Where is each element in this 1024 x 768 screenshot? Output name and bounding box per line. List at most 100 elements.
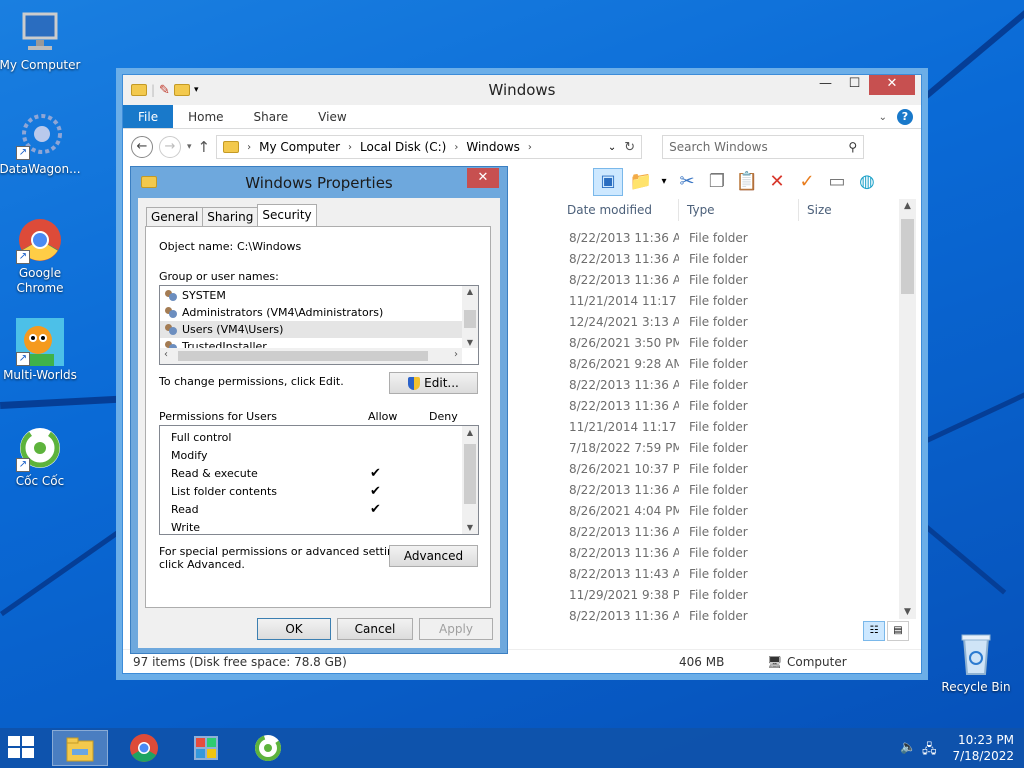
tab-sharing[interactable]: Sharing [202, 207, 259, 227]
tab-share[interactable]: Share [239, 105, 304, 128]
file-row[interactable]: 8/22/2013 11:36 AM File folder [559, 606, 904, 627]
paste-icon[interactable]: 📋 [735, 170, 759, 194]
tab-view[interactable]: View [303, 105, 361, 128]
desktop-icon-my-computer[interactable]: My Computer [0, 8, 82, 73]
file-row[interactable]: 8/22/2013 11:36 AM File folder [559, 522, 904, 543]
scroll-right-icon[interactable]: › [454, 349, 458, 360]
up-button[interactable]: ↑ [198, 138, 211, 156]
taskbar-coc-coc[interactable] [240, 730, 296, 766]
scroll-down-icon[interactable]: ▼ [462, 338, 478, 347]
scroll-up-icon[interactable]: ▲ [899, 201, 916, 211]
file-row[interactable]: 8/22/2013 11:43 AM File folder [559, 564, 904, 585]
properties-dialog[interactable]: Windows Properties ✕ General Sharing Sec… [130, 166, 508, 654]
file-row[interactable]: 12/24/2021 3:13 AM File folder [559, 312, 904, 333]
tab-security[interactable]: Security [257, 204, 317, 227]
cut-icon[interactable]: ✂ [675, 170, 699, 194]
ok-button[interactable]: OK [257, 618, 331, 640]
column-type[interactable]: Type [679, 199, 799, 221]
file-list-scrollbar[interactable]: ▲ ▼ [899, 199, 916, 619]
file-row[interactable]: 8/22/2013 11:36 AM File folder [559, 396, 904, 417]
minimize-button[interactable]: — [811, 75, 840, 95]
scroll-left-icon[interactable]: ‹ [164, 349, 168, 360]
refresh-icon[interactable]: ↻ [624, 140, 635, 155]
dropdown-icon[interactable]: ▾ [659, 170, 669, 194]
file-row[interactable]: 8/22/2013 11:36 AM File folder [559, 543, 904, 564]
desktop-icon-multi-worlds[interactable]: ↗ Multi-Worlds [0, 318, 82, 383]
scrollbar-thumb[interactable] [178, 351, 428, 361]
scroll-up-icon[interactable]: ▲ [462, 428, 478, 437]
breadcrumb-chevron-icon[interactable]: › [454, 142, 458, 153]
file-row[interactable]: 8/26/2021 3:50 PM File folder [559, 333, 904, 354]
scrollbar-thumb[interactable] [901, 219, 914, 294]
tab-home[interactable]: Home [173, 105, 238, 128]
desktop-icon-datawagon[interactable]: ↗ DataWagon... [0, 112, 82, 177]
file-row[interactable]: 8/22/2013 11:36 AM File folder [559, 375, 904, 396]
breadcrumb-chevron-icon[interactable]: › [247, 142, 251, 153]
user-list-vscroll[interactable]: ▲ ▼ [462, 286, 478, 348]
user-list-item[interactable]: SYSTEM [160, 287, 478, 304]
recent-locations-icon[interactable]: ▾ [187, 142, 192, 152]
taskbar-file-explorer[interactable] [52, 730, 108, 766]
desktop-icon-recycle-bin[interactable]: Recycle Bin [934, 630, 1018, 695]
file-row[interactable]: 8/22/2013 11:36 AM File folder [559, 480, 904, 501]
address-dropdown-icon[interactable]: ⌄ [608, 142, 616, 153]
scrollbar-thumb[interactable] [464, 444, 476, 504]
file-row[interactable]: 8/26/2021 4:04 PM File folder [559, 501, 904, 522]
file-row[interactable]: 8/26/2021 10:37 PM File folder [559, 459, 904, 480]
permissions-list[interactable]: Full control Modify Read & execute ✔ List fo… [159, 425, 479, 535]
tab-general[interactable]: General [146, 207, 204, 227]
expand-ribbon-icon[interactable]: ⌄ [879, 112, 887, 123]
scrollbar-thumb[interactable] [464, 310, 476, 328]
explorer-titlebar[interactable]: | ✎ ▾ Windows — ☐ ✕ [123, 75, 921, 105]
folder-options-icon[interactable]: 📁 [629, 170, 653, 194]
copy-icon[interactable]: ❐ [705, 170, 729, 194]
file-row[interactable]: 7/18/2022 7:59 PM File folder [559, 438, 904, 459]
network-tray-icon[interactable]: 🖧 [922, 740, 937, 762]
network-icon[interactable]: ◍ [855, 170, 879, 194]
breadcrumb-windows[interactable]: Windows [466, 140, 520, 154]
file-row[interactable]: 11/21/2014 11:17 ... File folder [559, 291, 904, 312]
breadcrumb-chevron-icon[interactable]: › [348, 142, 352, 153]
tab-file[interactable]: File [123, 105, 174, 128]
dialog-titlebar[interactable]: Windows Properties ✕ [131, 167, 507, 197]
maximize-button[interactable]: ☐ [840, 75, 869, 95]
breadcrumb-my-computer[interactable]: My Computer [259, 140, 340, 154]
search-icon[interactable]: ⚲ [848, 140, 857, 154]
file-row[interactable]: 8/22/2013 11:36 AM File folder [559, 270, 904, 291]
close-button[interactable]: ✕ [869, 75, 915, 95]
taskbar-chrome[interactable] [116, 730, 172, 766]
preview-pane-icon[interactable]: ▣ [593, 168, 623, 196]
user-list[interactable]: SYSTEM Administrators (VM4\Administrators… [159, 285, 479, 365]
user-list-item[interactable]: Administrators (VM4\Administrators) [160, 304, 478, 321]
user-list-item[interactable]: Users (VM4\Users) [160, 321, 478, 338]
breadcrumb-local-disk[interactable]: Local Disk (C:) [360, 140, 446, 154]
file-row[interactable]: 11/29/2021 9:38 PM File folder [559, 585, 904, 606]
forward-button[interactable]: → [159, 136, 181, 158]
scroll-down-icon[interactable]: ▼ [899, 607, 916, 617]
help-icon[interactable]: ? [897, 109, 913, 125]
file-row[interactable]: 8/22/2013 11:36 AM File folder [559, 249, 904, 270]
permissions-vscroll[interactable]: ▲ ▼ [462, 426, 478, 534]
rename-check-icon[interactable]: ✓ [795, 170, 819, 194]
desktop-icon-google-chrome[interactable]: ↗ Google Chrome [0, 216, 82, 296]
edit-button[interactable]: Edit... [389, 372, 478, 394]
rename-field-icon[interactable]: ▭ [825, 170, 849, 194]
address-bar[interactable]: › My Computer › Local Disk (C:) › Window… [216, 135, 643, 159]
file-row[interactable]: 8/22/2013 11:36 AM File folder [559, 228, 904, 249]
column-date-modified[interactable]: Date modified [559, 199, 679, 221]
volume-muted-icon[interactable]: 🔈 [900, 740, 916, 755]
desktop-icon-coc-coc[interactable]: ↗ Cốc Cốc [0, 424, 82, 489]
file-row[interactable]: 8/26/2021 9:28 AM File folder [559, 354, 904, 375]
delete-icon[interactable]: ✕ [765, 170, 789, 194]
dialog-close-button[interactable]: ✕ [467, 168, 499, 188]
large-icons-view-icon[interactable]: ▤ [887, 621, 909, 641]
file-row[interactable]: 11/21/2014 11:17 ... File folder [559, 417, 904, 438]
scroll-up-icon[interactable]: ▲ [462, 287, 478, 296]
column-size[interactable]: Size [799, 199, 879, 221]
clock[interactable]: 10:23 PM 7/18/2022 [952, 732, 1014, 764]
back-button[interactable]: ← [131, 136, 153, 158]
user-list-hscroll[interactable]: ‹ › [160, 348, 462, 364]
scroll-down-icon[interactable]: ▼ [462, 523, 478, 532]
search-input[interactable]: Search Windows ⚲ [662, 135, 865, 159]
start-button[interactable] [8, 736, 36, 760]
